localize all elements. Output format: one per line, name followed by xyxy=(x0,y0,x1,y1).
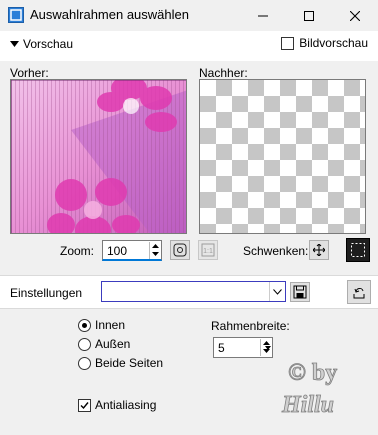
settings-combobox[interactable] xyxy=(101,281,286,302)
bildvorschau-label: Bildvorschau xyxy=(299,36,368,50)
zoom-fit-icon xyxy=(173,243,187,257)
app-icon xyxy=(8,7,24,23)
radio-beide-circle[interactable] xyxy=(78,356,91,370)
bildvorschau-checkbox-box[interactable] xyxy=(281,36,295,50)
title-bar: Auswahlrahmen auswählen xyxy=(0,0,378,31)
rahmenbreite-label: Rahmenbreite: xyxy=(211,319,290,333)
arrow-up-icon xyxy=(151,244,159,248)
zoom-label: Zoom: xyxy=(60,244,95,258)
preview-toggle[interactable]: Vorschau xyxy=(10,37,73,51)
settings-label: Einstellungen xyxy=(10,286,83,300)
antialiasing-label: Antialiasing xyxy=(95,398,157,412)
radio-aussen-circle[interactable] xyxy=(78,337,91,351)
save-icon xyxy=(293,285,307,299)
maximize-icon xyxy=(304,10,314,21)
watermark: © by Hillu xyxy=(281,360,338,419)
zoom-input[interactable]: 100 xyxy=(102,240,162,261)
svg-text:1:1: 1:1 xyxy=(203,248,213,255)
before-preview[interactable] xyxy=(10,79,187,234)
triangle-down-icon xyxy=(10,41,19,47)
preview-header: Vorschau Bildvorschau xyxy=(0,31,378,61)
spin-down-button[interactable] xyxy=(150,250,160,258)
reset-icon xyxy=(353,288,365,299)
window-title: Auswahlrahmen auswählen xyxy=(30,7,189,22)
watermark-line2: Hillu xyxy=(281,392,334,418)
checkmark-icon xyxy=(80,401,89,409)
dashed-selection-icon xyxy=(351,243,365,257)
settings-dropdown-button[interactable] xyxy=(269,282,285,301)
pan-label: Schwenken: xyxy=(243,244,309,258)
save-preset-button[interactable] xyxy=(290,282,310,302)
zoom-fit-button[interactable] xyxy=(170,240,190,260)
rb-slider-popout[interactable] xyxy=(263,339,272,356)
maximize-button[interactable] xyxy=(286,0,332,31)
divider-bottom xyxy=(0,308,378,309)
radio-innen[interactable]: Innen xyxy=(78,318,125,332)
antialiasing-checkbox[interactable]: Antialiasing xyxy=(78,398,156,412)
radio-innen-label: Innen xyxy=(95,318,126,332)
radio-aussen[interactable]: Außen xyxy=(78,337,130,351)
radio-innen-circle[interactable] xyxy=(78,318,91,332)
move-icon xyxy=(313,244,325,256)
close-icon xyxy=(350,10,360,21)
after-label: Nachher: xyxy=(199,66,248,80)
selection-frame-button[interactable] xyxy=(346,238,370,262)
zoom-value: 100 xyxy=(107,244,128,258)
watermark-line1: © by xyxy=(288,360,337,386)
radio-beide-label: Beide Seiten xyxy=(95,356,164,370)
zoom-actual-button[interactable]: 1:1 xyxy=(198,240,218,260)
minimize-icon xyxy=(258,15,268,16)
minimize-button[interactable] xyxy=(240,0,286,31)
radio-beide[interactable]: Beide Seiten xyxy=(78,356,163,370)
zoom-actual-icon: 1:1 xyxy=(201,243,215,257)
triangle-down-icon xyxy=(264,345,271,350)
antialiasing-checkbox-box[interactable] xyxy=(78,398,91,412)
radio-aussen-label: Außen xyxy=(95,337,131,351)
pan-button[interactable] xyxy=(309,240,329,260)
zoom-spinner[interactable] xyxy=(149,242,160,259)
reset-button[interactable] xyxy=(347,280,371,304)
preview-toggle-label: Vorschau xyxy=(23,37,74,51)
chevron-down-icon xyxy=(273,288,282,295)
spin-up-button[interactable] xyxy=(150,242,160,250)
before-preview-image xyxy=(11,80,186,233)
rahmenbreite-value: 5 xyxy=(218,341,225,355)
after-preview xyxy=(199,79,366,234)
arrow-down-icon xyxy=(151,252,159,256)
close-button[interactable] xyxy=(332,0,378,31)
bildvorschau-checkbox[interactable]: Bildvorschau xyxy=(281,36,368,50)
before-label: Vorher: xyxy=(10,66,49,80)
